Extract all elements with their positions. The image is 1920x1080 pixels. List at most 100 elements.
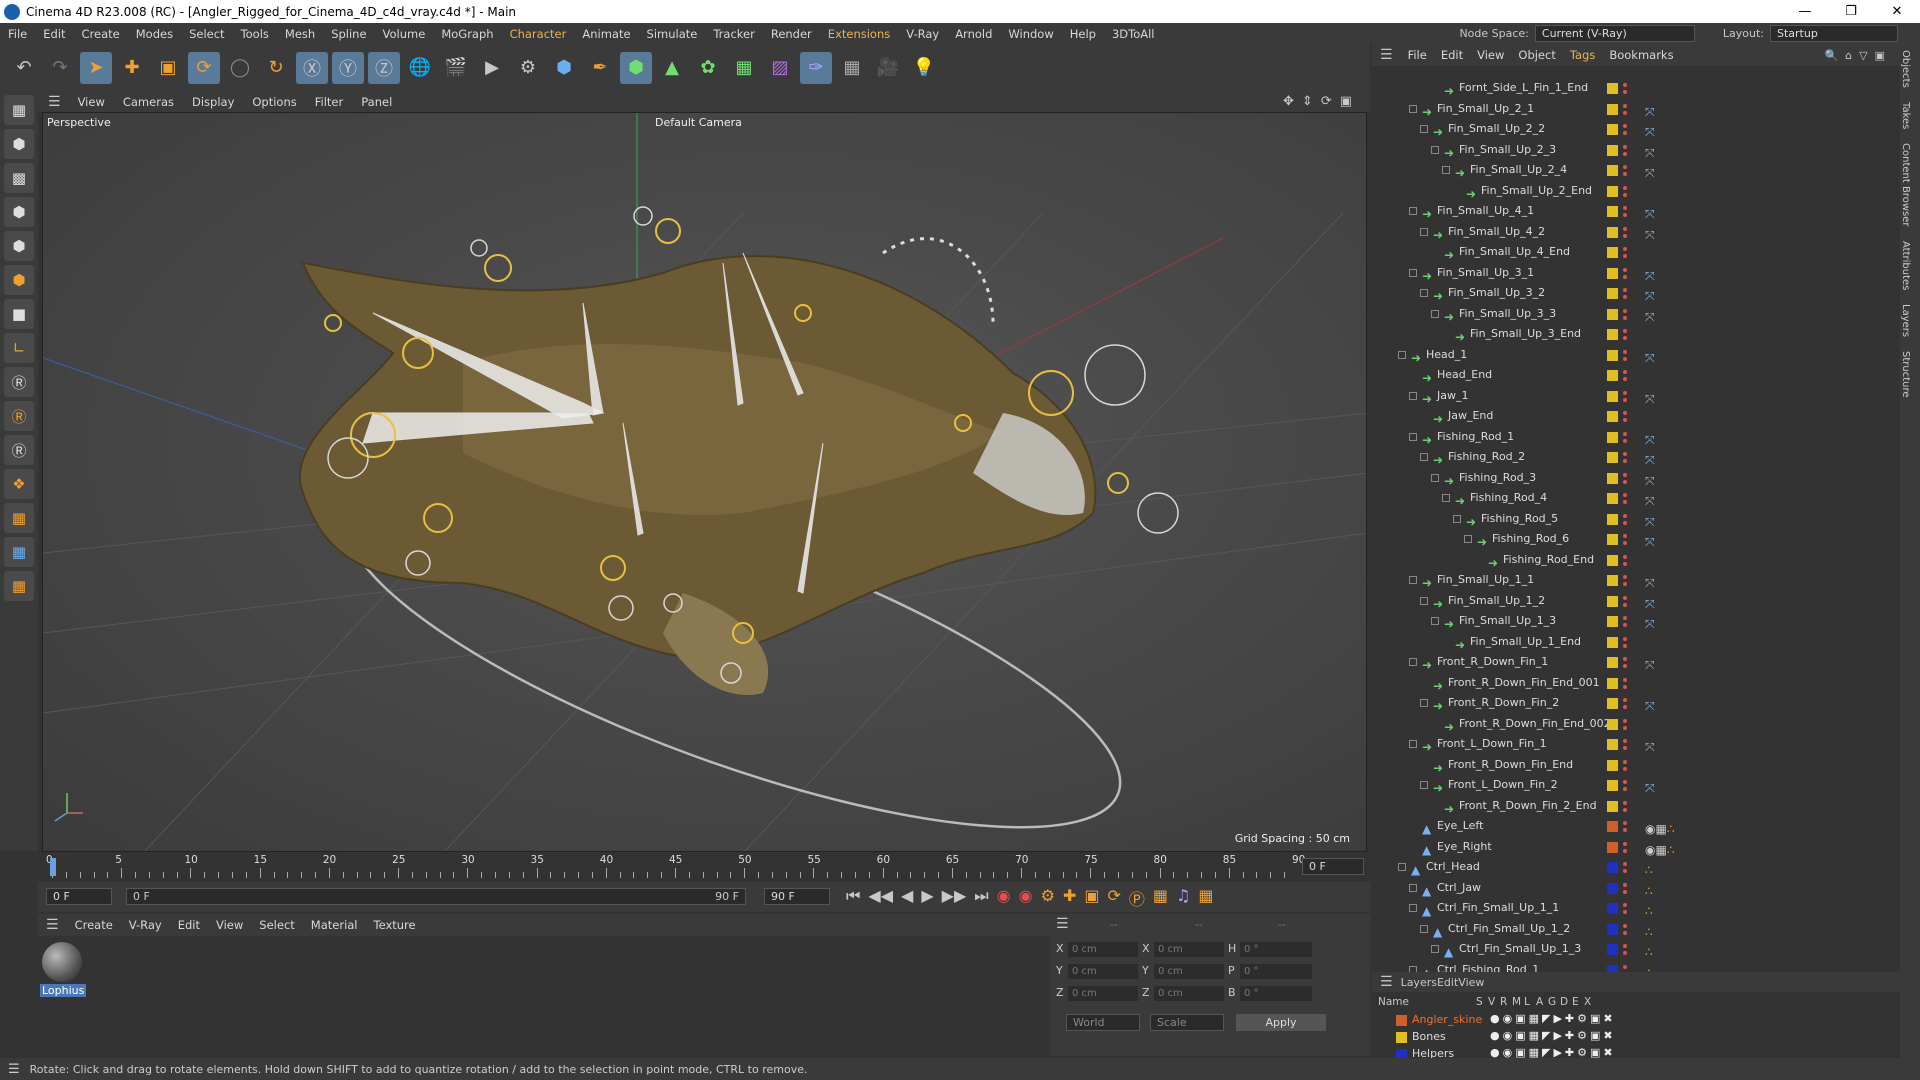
key-pla-icon[interactable]: ▦ xyxy=(1153,886,1168,910)
object-name[interactable]: Fin_Small_Up_3_2 xyxy=(1448,283,1545,303)
object-name[interactable]: Front_R_Down_Fin_End_002 xyxy=(1459,714,1611,734)
object-name[interactable]: Fin_Small_Up_2_3 xyxy=(1459,140,1556,160)
material-menu-v-ray[interactable]: V-Ray xyxy=(121,918,170,932)
step-forward-icon[interactable]: ▶▶ xyxy=(942,886,967,910)
object-name[interactable]: Front_L_Down_Fin_2 xyxy=(1448,775,1558,795)
timeline-end-frame[interactable]: 0 F xyxy=(1302,858,1364,875)
editor-visibility-dot[interactable] xyxy=(1623,780,1627,784)
layer-color-swatch[interactable] xyxy=(1607,657,1618,668)
object-row[interactable]: ➜ Fin_Small_Up_2_3 ⤧ xyxy=(1372,140,1882,160)
editor-visibility-dot[interactable] xyxy=(1623,329,1627,333)
coords-hamburger-icon[interactable]: ☰ xyxy=(1056,916,1069,932)
expand-toggle-icon[interactable] xyxy=(1409,104,1417,113)
select-arrow-icon[interactable]: ➤ xyxy=(80,51,112,84)
layer-color-swatch[interactable] xyxy=(1607,390,1618,402)
go-to-start-icon[interactable]: ⏮ xyxy=(846,886,860,910)
frame-range-slider[interactable]: 0 F 90 F xyxy=(126,888,746,905)
layer-color-swatch[interactable] xyxy=(1607,411,1618,422)
snap-settings-icon[interactable]: Ⓡ xyxy=(4,401,34,431)
scale-select[interactable]: Scale xyxy=(1150,1014,1224,1031)
layer-color-swatch[interactable] xyxy=(1607,780,1618,791)
layer-color-swatch[interactable] xyxy=(1607,493,1618,504)
render-visibility-dot[interactable] xyxy=(1623,151,1627,156)
render-visibility-dot[interactable] xyxy=(1623,110,1627,115)
render-visibility-dot[interactable] xyxy=(1623,766,1627,771)
expand-toggle-icon[interactable] xyxy=(1420,125,1428,133)
menu-tracker[interactable]: Tracker xyxy=(705,27,763,41)
editor-visibility-dot[interactable] xyxy=(1623,903,1627,907)
object-menu-bookmarks[interactable]: Bookmarks xyxy=(1602,48,1680,62)
render-visibility-dot[interactable] xyxy=(1623,910,1627,914)
redo-icon[interactable]: ↷ xyxy=(44,52,76,84)
x-axis-icon[interactable]: Ⓧ xyxy=(296,51,328,84)
material-menu-create[interactable]: Create xyxy=(67,918,121,932)
expand-toggle-icon[interactable] xyxy=(1409,432,1417,441)
material-menu-view[interactable]: View xyxy=(208,918,251,932)
editor-visibility-dot[interactable] xyxy=(1623,575,1627,579)
object-row[interactable]: ➜ Jaw_End xyxy=(1372,406,1882,426)
y-axis-icon[interactable]: Ⓨ xyxy=(332,51,364,84)
subdivision-icon[interactable]: ⬢ xyxy=(620,51,652,84)
layer-toggle-icons[interactable]: ●◉▣▦◤▶✚⚙▣✖ xyxy=(1490,1029,1616,1042)
extrude-icon[interactable]: ▲ xyxy=(656,52,688,84)
editor-visibility-dot[interactable] xyxy=(1623,923,1627,928)
render-visibility-dot[interactable] xyxy=(1623,479,1627,484)
object-row[interactable]: ➜ Front_R_Down_Fin_End xyxy=(1372,755,1882,775)
object-row[interactable]: ➜ Fin_Small_Up_2_End xyxy=(1372,181,1882,201)
z-axis-icon[interactable]: Ⓩ xyxy=(368,51,400,84)
expand-toggle-icon[interactable] xyxy=(1431,945,1439,953)
object-row[interactable]: ➜ Front_R_Down_Fin_End_002 xyxy=(1372,714,1882,734)
editor-visibility-dot[interactable] xyxy=(1623,636,1627,641)
layout-select[interactable]: Startup xyxy=(1770,25,1898,42)
layer-color-swatch[interactable] xyxy=(1607,165,1618,176)
menu-create[interactable]: Create xyxy=(74,27,128,41)
object-name[interactable]: Eye_Right xyxy=(1437,837,1492,857)
render-visibility-dot[interactable] xyxy=(1623,131,1627,135)
layer-color-swatch[interactable] xyxy=(1607,267,1618,279)
polygons-mode-icon[interactable]: ⬢ xyxy=(4,265,34,295)
object-name[interactable]: Fornt_Side_L_Fin_1_End xyxy=(1459,78,1588,98)
editor-visibility-dot[interactable] xyxy=(1623,267,1627,272)
model-mode-icon[interactable]: ⬢ xyxy=(4,129,34,159)
current-frame-field[interactable]: 0 F xyxy=(46,888,112,905)
size-x-field[interactable]: 0 cm xyxy=(1154,942,1224,957)
render-view-icon[interactable]: ▶ xyxy=(476,52,508,84)
editor-visibility-dot[interactable] xyxy=(1623,513,1627,518)
world-select[interactable]: World xyxy=(1066,1014,1140,1031)
editor-visibility-dot[interactable] xyxy=(1623,616,1627,620)
layer-row[interactable]: Bones ●◉▣▦◤▶✚⚙▣✖ xyxy=(1372,1029,1900,1046)
render-visibility-dot[interactable] xyxy=(1623,787,1627,791)
magnet-icon[interactable]: ❖ xyxy=(4,469,34,499)
expand-toggle-icon[interactable] xyxy=(1420,227,1428,236)
render-visibility-dot[interactable] xyxy=(1623,561,1627,566)
menu-mograph[interactable]: MoGraph xyxy=(433,27,501,41)
material-menu-select[interactable]: Select xyxy=(251,918,302,932)
object-name[interactable]: Fin_Small_Up_1_End xyxy=(1470,632,1581,652)
editor-visibility-dot[interactable] xyxy=(1623,144,1627,149)
object-row[interactable]: ➜ Fin_Small_Up_1_2 ⤧ xyxy=(1372,591,1882,611)
expand-toggle-icon[interactable] xyxy=(1420,781,1428,789)
editor-visibility-dot[interactable] xyxy=(1623,595,1627,600)
render-visibility-dot[interactable] xyxy=(1623,889,1627,894)
step-back-icon[interactable]: ◀◀ xyxy=(868,886,893,910)
material-swatch[interactable] xyxy=(42,942,82,982)
object-menu-tags[interactable]: Tags xyxy=(1563,48,1602,62)
object-row[interactable]: ➜ Fin_Small_Up_4_1 ⤧ xyxy=(1372,201,1882,221)
object-name[interactable]: Fin_Small_Up_1_1 xyxy=(1437,570,1534,590)
menu-modes[interactable]: Modes xyxy=(128,27,181,41)
object-name[interactable]: Ctrl_Fin_Small_Up_1_3 xyxy=(1459,939,1581,959)
layer-color-swatch[interactable] xyxy=(1607,903,1618,914)
pos-z-field[interactable]: 0 cm xyxy=(1068,986,1138,1001)
axis-mode-icon[interactable]: ∟ xyxy=(4,333,34,363)
object-row[interactable]: ➜ Fin_Small_Up_4_2 ⤧ xyxy=(1372,222,1882,242)
menu-volume[interactable]: Volume xyxy=(375,27,434,41)
right-tab-content-browser[interactable]: Content Browser xyxy=(1900,143,1911,226)
object-row[interactable]: ➜ Fin_Small_Up_1_3 ⤧ xyxy=(1372,611,1882,631)
render-visibility-dot[interactable] xyxy=(1623,684,1627,689)
object-row[interactable]: ➜ Fornt_Side_L_Fin_1_End xyxy=(1372,78,1882,98)
editor-visibility-dot[interactable] xyxy=(1623,431,1627,436)
layer-color-swatch[interactable] xyxy=(1607,554,1618,566)
object-name[interactable]: Front_R_Down_Fin_1 xyxy=(1437,652,1548,672)
right-tab-structure[interactable]: Structure xyxy=(1900,351,1911,398)
object-row[interactable]: ➜ Fishing_Rod_3 ⤧ xyxy=(1372,468,1882,488)
